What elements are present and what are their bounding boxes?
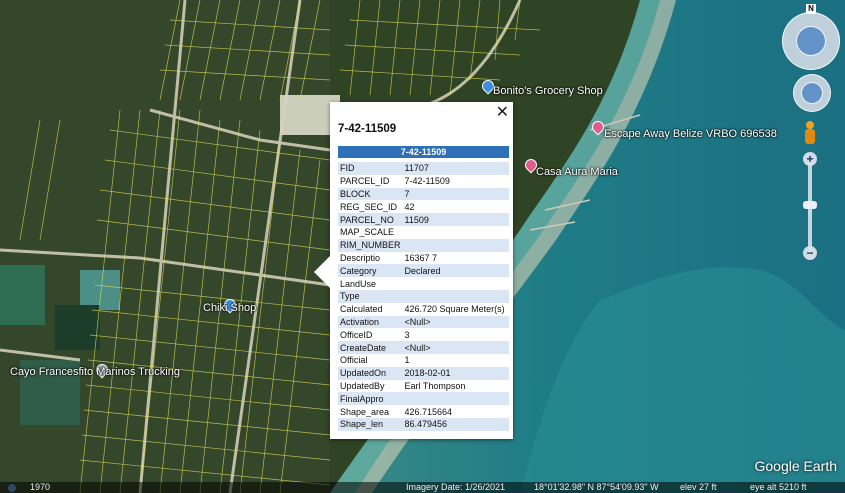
attribute-key: Shape_len: [338, 417, 403, 431]
attribute-value: 16367 7: [402, 251, 509, 265]
attribute-key: CreateDate: [338, 341, 403, 354]
attribute-value: 2018-02-01: [402, 366, 509, 380]
attribute-row: Calculated 426.720 Square Meter(s): [338, 302, 509, 316]
attribute-value: 3: [402, 328, 509, 342]
attribute-key: UpdatedBy: [338, 379, 403, 393]
attribute-value: 7: [402, 187, 509, 201]
casa-label[interactable]: Casa Aura Maria: [536, 166, 618, 178]
attribute-value: <Null>: [402, 315, 509, 329]
google-earth-logo: Google Earth: [754, 458, 838, 474]
attribute-row: OfficeID 3: [338, 328, 509, 342]
attribute-key: OfficeID: [338, 328, 403, 342]
attribute-key: FID: [338, 162, 403, 175]
attribute-row: Category Declared: [338, 264, 509, 278]
attribute-value: [402, 238, 509, 252]
attribute-key: RIM_NUMBER: [338, 238, 403, 252]
attribute-value: 426.715664: [402, 405, 509, 418]
escape-label[interactable]: Escape Away Belize VRBO 696538: [604, 128, 777, 140]
move-center-icon[interactable]: [801, 82, 823, 104]
north-indicator[interactable]: N: [806, 4, 816, 14]
attribute-key: UpdatedOn: [338, 366, 403, 380]
attribute-key: LandUse: [338, 277, 403, 290]
popup-title: 7-42-11509: [338, 123, 397, 135]
attribute-value: Earl Thompson: [402, 379, 509, 393]
attribute-key: MAP_SCALE: [338, 225, 403, 239]
year-label[interactable]: 1970: [30, 482, 50, 493]
cayo-label[interactable]: Cayo Francesfito Marinos Trucking: [10, 366, 180, 378]
attribute-value: [402, 289, 509, 303]
popup-tail: [314, 256, 330, 288]
zoom-slider-thumb[interactable]: [803, 201, 817, 209]
attribute-value: 426.720 Square Meter(s): [402, 302, 509, 316]
attribute-value: 7-42-11509: [402, 174, 509, 188]
attribute-row: UpdatedOn 2018-02-01: [338, 366, 509, 380]
popup-header: 7-42-11509: [338, 146, 509, 158]
attribute-row: LandUse: [338, 277, 509, 290]
attribute-row: Descriptio 16367 7: [338, 251, 509, 265]
attribute-value: 11707: [402, 162, 509, 175]
attribute-key: Category: [338, 264, 403, 278]
attribute-row: Activation <Null>: [338, 315, 509, 329]
elevation: elev 27 ft: [680, 482, 717, 492]
bonito-label[interactable]: Bonito's Grocery Shop: [493, 85, 603, 97]
imagery-date: Imagery Date: 1/26/2021: [406, 482, 506, 492]
attribute-row: PARCEL_ID 7-42-11509: [338, 174, 509, 188]
chiki-label[interactable]: Chiki Shop: [203, 302, 256, 314]
attribute-key: Official: [338, 353, 403, 367]
attribute-row: Shape_area 426.715664: [338, 405, 509, 418]
eye-altitude: eye alt 5210 ft: [750, 482, 807, 492]
look-center-icon[interactable]: [796, 26, 826, 56]
attribute-key: Type: [338, 289, 403, 303]
parcel-info-popup: ✕ 7-42-11509 7-42-11509 FID 11707 PARCEL_I…: [314, 102, 513, 439]
attribute-row: PARCEL_NO 11509: [338, 213, 509, 226]
close-icon[interactable]: ✕: [496, 105, 509, 121]
attribute-row: MAP_SCALE: [338, 225, 509, 239]
attribute-value: 1: [402, 353, 509, 367]
attribute-value: <Null>: [402, 341, 509, 354]
coordinates: 18°01'32.98" N 87°54'09.93" W: [534, 482, 659, 492]
attribute-value: Declared: [402, 264, 509, 278]
attribute-row: RIM_NUMBER: [338, 238, 509, 252]
attribute-row: Official 1: [338, 353, 509, 367]
attribute-value: [402, 277, 509, 290]
attribute-key: Calculated: [338, 302, 403, 316]
attribute-value: 86.479456: [402, 417, 509, 431]
zoom-out-button[interactable]: −: [803, 246, 817, 260]
attribute-key: Descriptio: [338, 251, 403, 265]
zoom-in-button[interactable]: +: [803, 152, 817, 166]
pegman-icon[interactable]: [803, 121, 817, 145]
attribute-row: FinalAppro: [338, 392, 509, 406]
attribute-row: Shape_len 86.479456: [338, 417, 509, 431]
attribute-row: FID 11707: [338, 162, 509, 175]
attribute-row: REG_SEC_ID 42: [338, 200, 509, 214]
attribute-row: UpdatedBy Earl Thompson: [338, 379, 509, 393]
attribute-key: PARCEL_ID: [338, 174, 403, 188]
attribute-value: 11509: [402, 213, 509, 226]
attribute-table: FID 11707 PARCEL_ID 7-42-11509 BLOCK 7 REG_SEC…: [338, 162, 509, 431]
status-bar: 1970 Imagery Date: 1/26/2021 18°01'32.98…: [0, 482, 845, 493]
attribute-key: Activation: [338, 315, 403, 329]
attribute-value: 42: [402, 200, 509, 214]
attribute-value: [402, 392, 509, 406]
attribute-row: BLOCK 7: [338, 187, 509, 201]
attribute-key: Shape_area: [338, 405, 403, 418]
attribute-key: REG_SEC_ID: [338, 200, 403, 214]
attribute-row: CreateDate <Null>: [338, 341, 509, 354]
attribute-row: Type: [338, 289, 509, 303]
attribute-key: BLOCK: [338, 187, 403, 201]
attribute-key: PARCEL_NO: [338, 213, 403, 226]
attribute-key: FinalAppro: [338, 392, 403, 406]
attribute-value: [402, 225, 509, 239]
